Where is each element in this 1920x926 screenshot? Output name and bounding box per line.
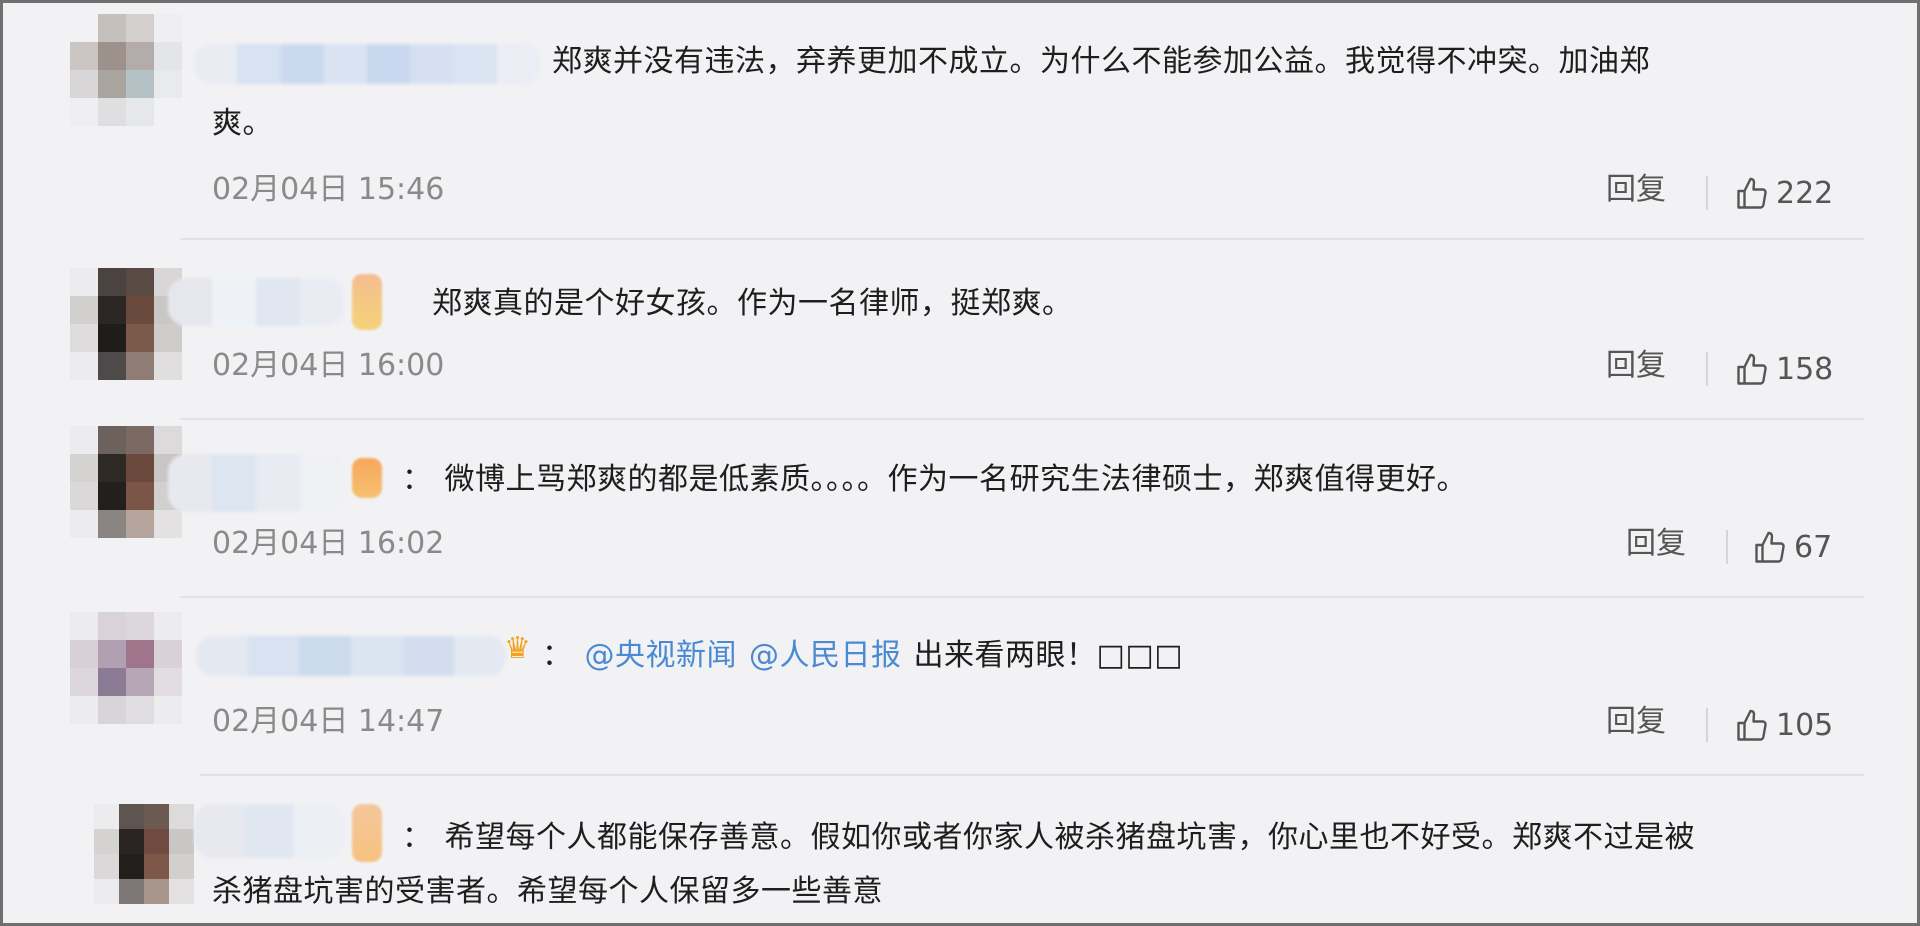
mention-link[interactable]: @央视新闻 [585,638,738,673]
comment-text: ： 希望每个人都能保存善意。假如你或者你家人被杀猪盘坑害，你心里也不好受。郑爽不过… [402,816,1695,860]
comment-body: 希望每个人都能保存善意。假如你或者你家人被杀猪盘坑害，你心里也不好受。郑爽不过是… [444,820,1695,855]
comment-body: 微博上骂郑爽的都是低素质。。。。作为一名研究生法律硕士，郑爽值得更好。 [444,462,1467,497]
like-count: 105 [1776,708,1834,743]
comment-body: 出来看两眼！□□□ [913,638,1184,673]
comment-timestamp: 02月04日 16:00 [212,348,445,383]
thumbs-up-icon [1737,353,1767,385]
comment-colon: ： [542,638,573,673]
like-button[interactable]: 67 [1752,528,1832,568]
comment-text: ： @央视新闻 @人民日报 出来看两眼！□□□ [542,634,1183,678]
comment-item: 郑爽真的是个好女孩。作为一名律师，挺郑爽。 02月04日 16:00 回复 15… [0,240,1914,420]
reply-button[interactable]: 回复 [1606,702,1666,742]
comment-item: ♛ ： @央视新闻 @人民日报 出来看两眼！□□□ 02月04日 14:47 回复 1… [0,596,1914,776]
username-redacted[interactable] [194,804,344,858]
reply-button[interactable]: 回复 [1606,170,1666,210]
comment-text-line2: 杀猪盘坑害的受害者。希望每个人保留多一些善意 [212,874,883,909]
avatar[interactable] [70,14,182,126]
username-redacted[interactable] [168,454,344,512]
like-count: 222 [1776,176,1834,211]
thumbs-up-icon [1737,177,1767,209]
action-separator [1726,530,1728,564]
avatar[interactable] [70,612,182,724]
comment-colon: ： [402,820,433,855]
like-button[interactable]: 158 [1734,350,1833,390]
comment-timestamp: 02月04日 16:02 [212,526,445,561]
comment-list-page: 郑爽并没有违法，弃养更加不成立。为什么不能参加公益。我觉得不冲突。加油郑 爽。 … [0,0,1920,926]
username-redacted[interactable] [194,44,540,84]
username-redacted[interactable] [196,636,506,676]
comment-text: 郑爽并没有违法，弃养更加不成立。为什么不能参加公益。我觉得不冲突。加油郑 [552,44,1650,79]
user-badge [352,274,382,330]
thumbs-up-icon [1737,709,1767,741]
user-badge [352,458,382,498]
comment-colon: ： [402,462,433,497]
username-redacted[interactable] [168,278,344,326]
action-separator [1706,176,1708,210]
comment-text: ： 微博上骂郑爽的都是低素质。。。。作为一名研究生法律硕士，郑爽值得更好。 [402,458,1467,502]
avatar[interactable] [94,804,194,904]
action-separator [1706,708,1708,742]
crown-icon: ♛ [504,631,531,666]
like-count: 158 [1776,352,1834,387]
comment-timestamp: 02月04日 15:46 [212,172,445,207]
thumbs-up-icon [1755,531,1785,563]
like-button[interactable]: 222 [1734,174,1833,214]
action-separator [1706,352,1708,386]
comment-timestamp: 02月04日 14:47 [212,704,445,739]
avatar[interactable] [70,426,182,538]
reply-button[interactable]: 回复 [1606,346,1666,386]
comment-text-line2: 爽。 [212,106,273,141]
user-badge [352,804,382,862]
mention-link[interactable]: @人民日报 [749,638,902,673]
comment-item: ： 希望每个人都能保存善意。假如你或者你家人被杀猪盘坑害，你心里也不好受。郑爽不过… [0,776,1914,926]
reply-button[interactable]: 回复 [1626,524,1686,564]
comment-item: ： 微博上骂郑爽的都是低素质。。。。作为一名研究生法律硕士，郑爽值得更好。 02月… [0,418,1914,598]
comment-item: 郑爽并没有违法，弃养更加不成立。为什么不能参加公益。我觉得不冲突。加油郑 爽。 … [0,0,1914,240]
avatar[interactable] [70,268,182,380]
like-count: 67 [1794,530,1833,565]
like-button[interactable]: 105 [1734,706,1833,746]
comment-text: 郑爽真的是个好女孩。作为一名律师，挺郑爽。 [432,286,1073,321]
